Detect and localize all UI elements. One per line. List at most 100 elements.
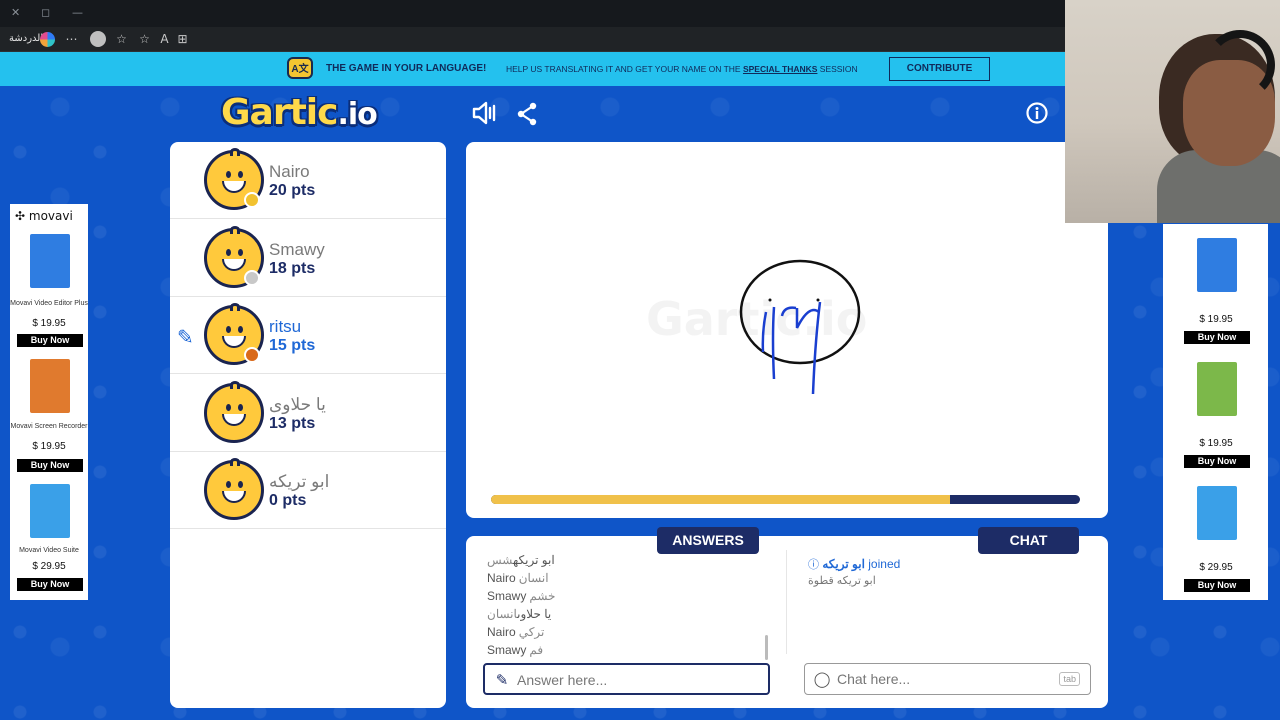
product-box-image: [30, 484, 70, 538]
read-aloud-icon[interactable]: A: [157, 32, 172, 47]
player-badge: [244, 347, 260, 363]
buy-now-button[interactable]: Buy Now: [1184, 455, 1250, 468]
player-name: يا حلاوى: [269, 395, 326, 414]
split-screen-icon[interactable]: ⊞: [175, 32, 190, 47]
add-favorite-icon[interactable]: ☆: [137, 32, 152, 47]
answer-message: Smawy خشم: [487, 589, 556, 603]
answer-field[interactable]: ✎: [483, 663, 770, 695]
round-timer-bar: [491, 495, 1080, 504]
close-window-icon[interactable]: ✕: [11, 6, 20, 19]
pencil-icon: ✎: [495, 671, 509, 689]
round-timer-fill: [491, 495, 951, 504]
sound-muted-icon[interactable]: [471, 100, 499, 126]
player-points: 0 pts: [269, 492, 307, 509]
player-name: Smawy: [269, 240, 325, 259]
ad-price: $ 29.95: [1199, 562, 1233, 573]
player-row[interactable]: يا حلاوى 13 pts: [170, 375, 446, 452]
info-icon[interactable]: [1026, 102, 1048, 124]
player-avatar: [204, 458, 264, 520]
favorites-icon[interactable]: ☆: [114, 32, 129, 47]
left-ad-banner[interactable]: ✣ movavi Movavi Video Editor Plus $ 19.9…: [10, 204, 88, 600]
ad-item[interactable]: Movavi Video Editor Plus $ 19.95 Buy Now: [10, 234, 88, 349]
chat-tab-label[interactable]: الدردشة: [9, 33, 43, 44]
browser-toolbar: الدردشة ⋯ ☆ ☆ A ⊞: [0, 27, 1065, 52]
player-badge: [244, 192, 260, 208]
ad-item[interactable]: Movavi Video Suite $ 29.95 Buy Now: [10, 484, 88, 599]
drawing-canvas[interactable]: Gartic.io: [466, 142, 1108, 518]
player-row[interactable]: Smawy 18 pts: [170, 220, 446, 297]
webcam-overlay: [1065, 0, 1280, 223]
ad-item[interactable]: $ 19.95 Buy Now: [1177, 362, 1255, 472]
buy-now-button[interactable]: Buy Now: [17, 459, 83, 472]
restore-window-icon[interactable]: ◻: [41, 6, 50, 19]
product-box-image: [1197, 362, 1237, 416]
panel-divider: [786, 550, 787, 654]
ad-item[interactable]: $ 19.95 Buy Now: [1177, 238, 1255, 348]
player-row[interactable]: ابو تريكه 0 pts: [170, 452, 446, 529]
player-points: 15 pts: [269, 337, 316, 354]
ad-product-title: Movavi Video Suite: [19, 547, 79, 554]
drawing-strokes: [739, 259, 861, 395]
contribute-button[interactable]: CONTRIBUTE: [889, 57, 990, 81]
chat-input[interactable]: [837, 669, 1077, 689]
ad-product-title: Movavi Screen Recorder: [10, 423, 88, 430]
browser-title-bar: ✕ ◻ —: [0, 0, 1065, 27]
answer-message: Nairo انسان: [487, 571, 549, 585]
buy-now-button[interactable]: Buy Now: [17, 578, 83, 591]
player-row[interactable]: Nairo 20 pts: [170, 142, 446, 219]
pencil-icon: ✎: [177, 325, 194, 349]
player-name: Nairo: [269, 162, 310, 181]
banner-title: THE GAME IN YOUR LANGUAGE!: [326, 63, 487, 74]
player-name: ritsu: [269, 317, 302, 336]
share-icon[interactable]: [516, 102, 538, 126]
ad-price: $ 19.95: [1199, 314, 1233, 325]
answers-scrollbar[interactable]: [765, 635, 768, 660]
player-row-drawing[interactable]: ✎ ritsu 15 pts: [170, 297, 446, 374]
ad-price: $ 29.95: [32, 561, 66, 572]
chat-bubble-icon: ◯: [813, 670, 831, 688]
banner-text: HELP US TRANSLATING IT AND GET YOUR NAME…: [506, 64, 858, 74]
buy-now-button[interactable]: Buy Now: [17, 334, 83, 347]
product-box-image: [30, 234, 70, 288]
ad-price: $ 19.95: [1199, 438, 1233, 449]
answers-heading: ANSWERS: [657, 527, 759, 554]
gartic-logo[interactable]: Gartic.io: [221, 92, 397, 136]
ad-price: $ 19.95: [32, 441, 66, 452]
chat-message: ابو تريكه قطوة: [808, 575, 876, 587]
players-panel: Nairo 20 pts Smawy 18 pts ✎ ritsu 15 pts…: [170, 142, 446, 708]
answer-message: ابو تريكهشس: [487, 553, 555, 567]
product-box-image: [1197, 238, 1237, 292]
info-icon: ⓘ: [808, 558, 819, 571]
chat-field[interactable]: ◯ tab: [804, 663, 1091, 695]
chat-heading: CHAT: [978, 527, 1079, 554]
ad-item[interactable]: Movavi Screen Recorder $ 19.95 Buy Now: [10, 359, 88, 474]
buy-now-button[interactable]: Buy Now: [1184, 579, 1250, 592]
chat-join-message: ⓘ ابو تريكه joined: [808, 557, 901, 571]
more-options-icon[interactable]: ⋯: [64, 32, 79, 47]
answers-chat-panel: ANSWERS CHAT ابو تريكهشس Nairo انسان Smaw…: [466, 527, 1108, 708]
player-points: 13 pts: [269, 415, 316, 432]
answer-message: Nairo تركي: [487, 625, 545, 639]
headset-icon: [1205, 30, 1275, 100]
player-points: 18 pts: [269, 260, 316, 277]
player-badge: [244, 270, 260, 286]
right-ad-banner[interactable]: $ 19.95 Buy Now $ 19.95 Buy Now $ 29.95 …: [1163, 224, 1268, 600]
minimize-window-icon[interactable]: —: [72, 6, 83, 19]
movavi-logo: ✣ movavi: [15, 209, 73, 223]
translate-icon: A文: [287, 57, 313, 79]
product-box-image: [30, 359, 70, 413]
ad-price: $ 19.95: [32, 318, 66, 329]
product-box-image: [1197, 486, 1237, 540]
player-name: ابو تريكه: [269, 472, 330, 491]
answer-input[interactable]: [517, 670, 757, 690]
tab-key-hint: tab: [1059, 672, 1080, 686]
profile-avatar[interactable]: [90, 31, 106, 47]
ad-item[interactable]: $ 29.95 Buy Now: [1177, 486, 1255, 596]
answer-message: Smawy فم: [487, 643, 544, 657]
buy-now-button[interactable]: Buy Now: [1184, 331, 1250, 344]
player-points: 20 pts: [269, 182, 316, 199]
special-thanks-link[interactable]: SPECIAL THANKS: [743, 64, 817, 74]
ad-product-title: Movavi Video Editor Plus: [10, 300, 88, 307]
copilot-icon[interactable]: [40, 32, 55, 47]
player-avatar: [204, 381, 264, 443]
